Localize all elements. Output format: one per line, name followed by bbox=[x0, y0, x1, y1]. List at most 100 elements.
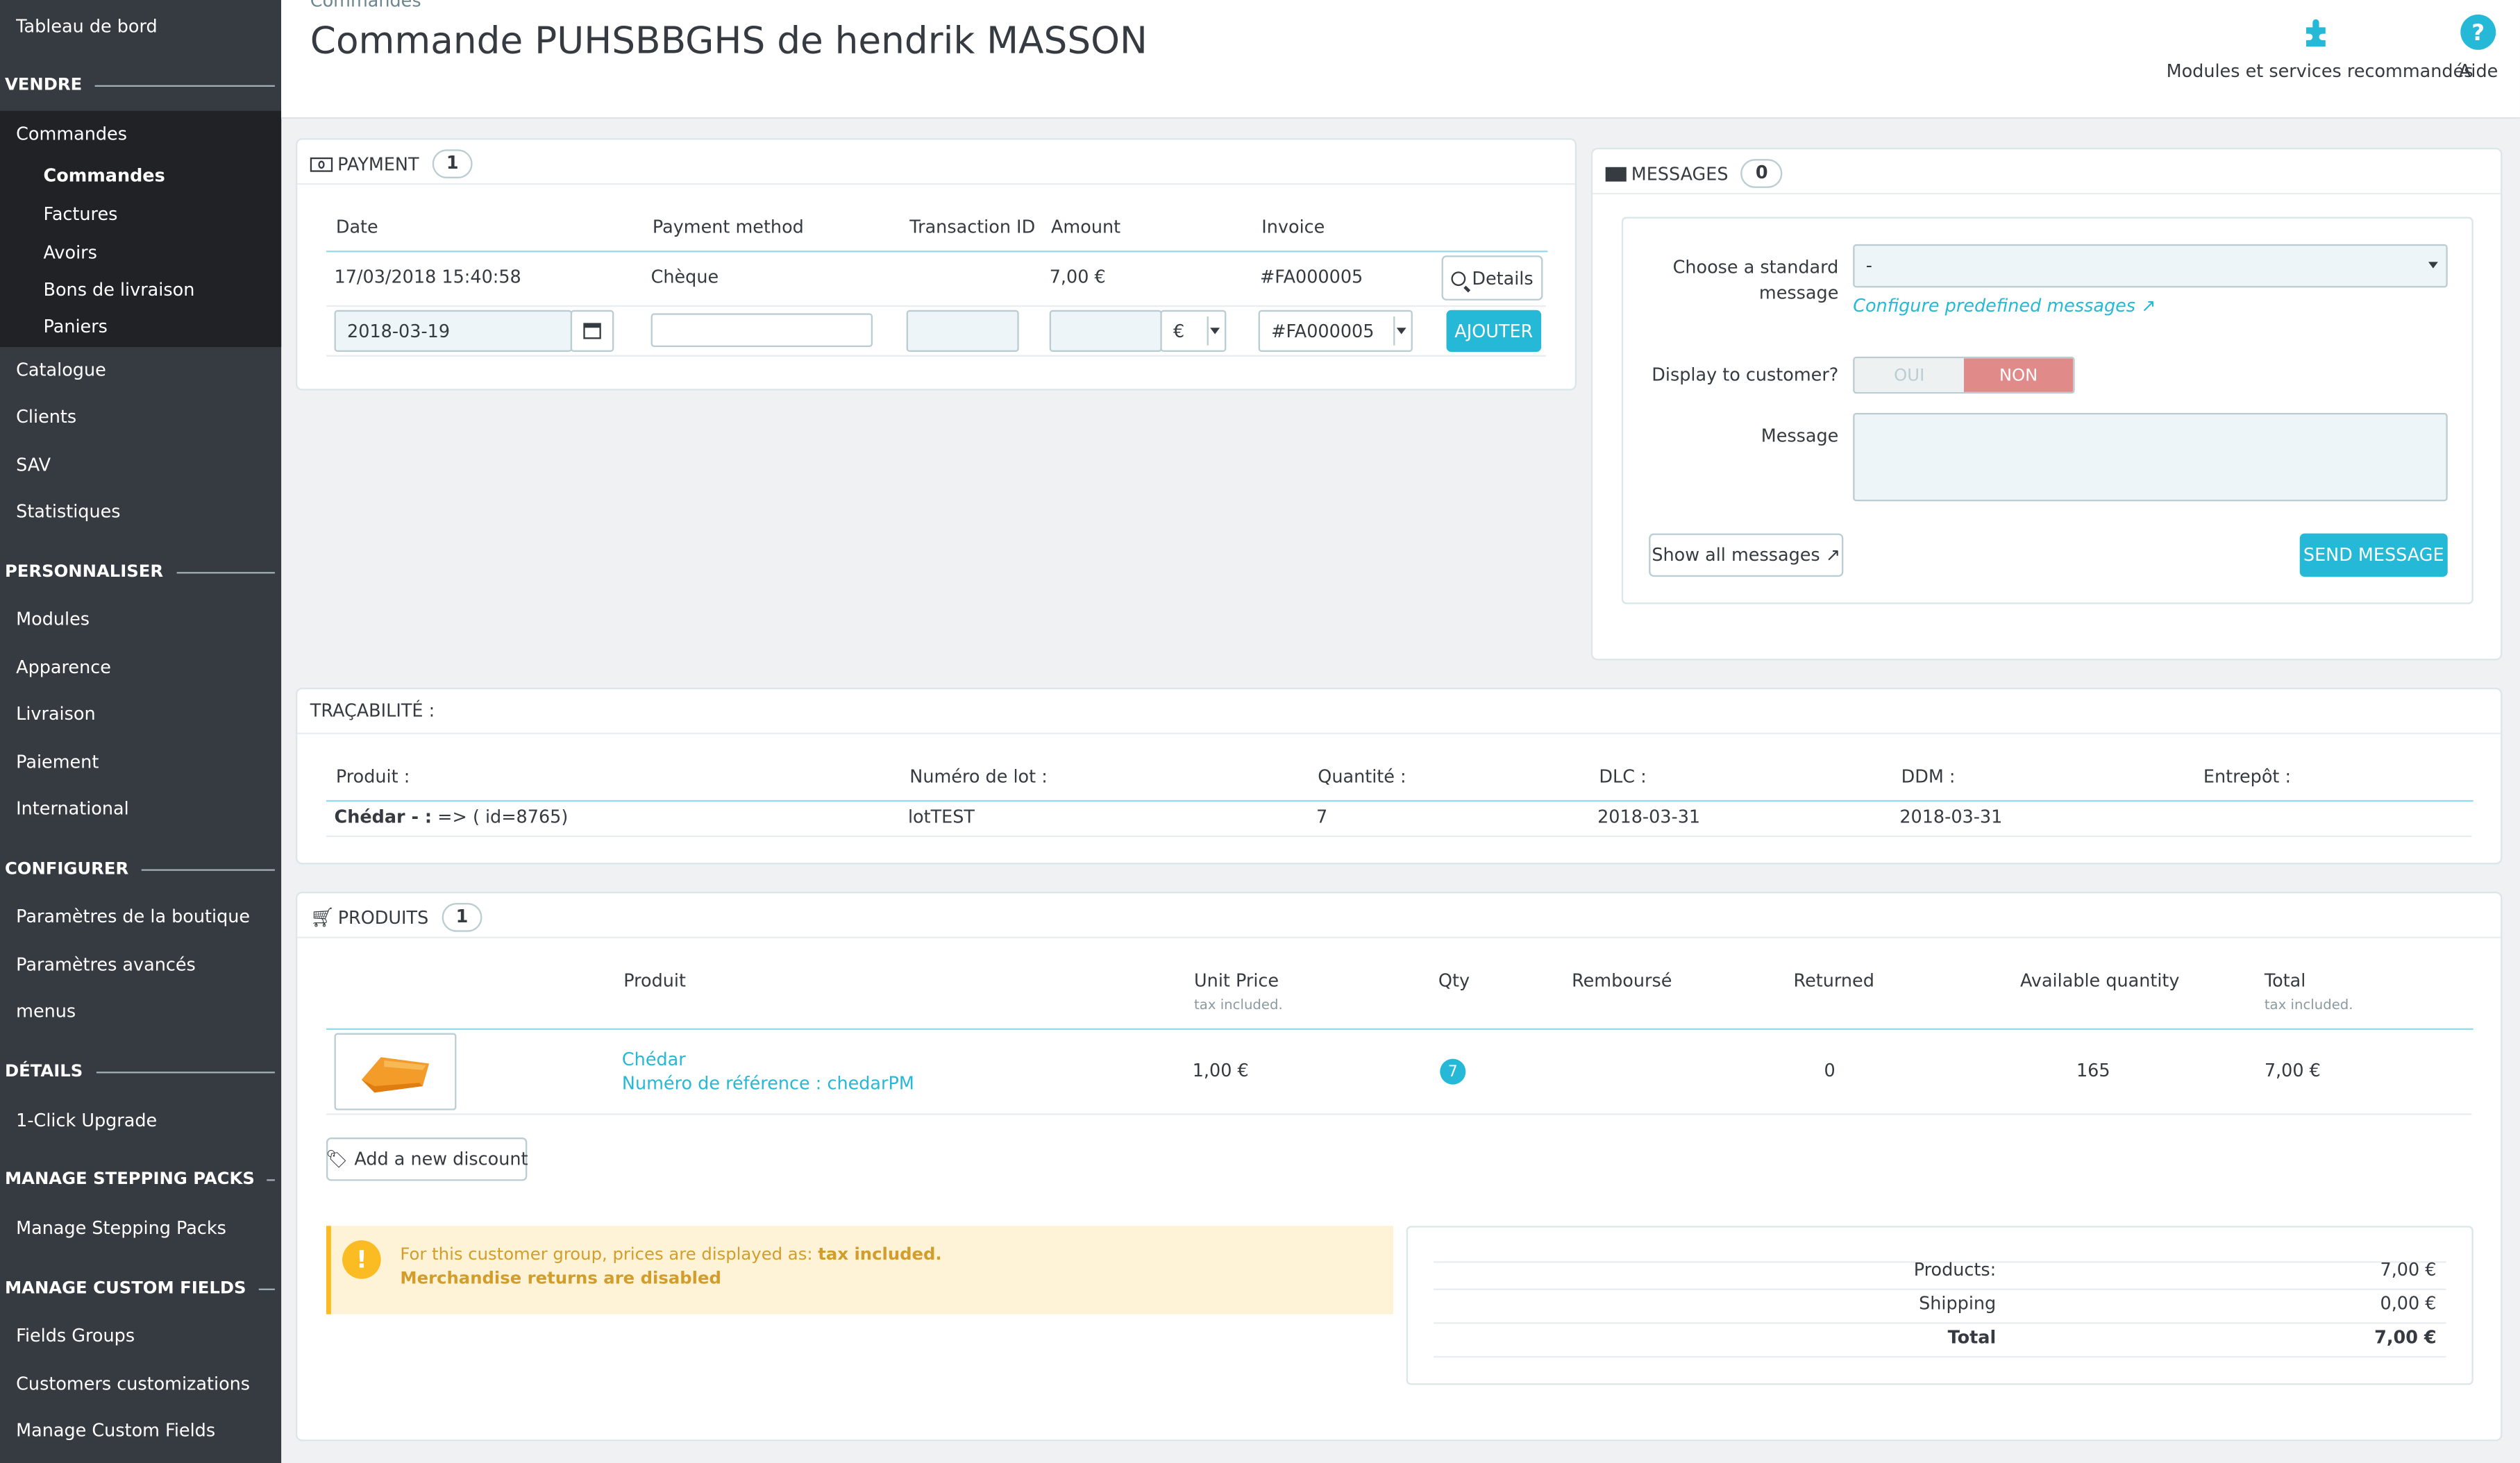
sidebar-active-group bbox=[0, 110, 282, 348]
trace-col-produit: Produit : bbox=[335, 766, 410, 788]
sidebar-section-details: DÉTAILS bbox=[5, 1062, 275, 1081]
transaction-id-input[interactable] bbox=[906, 310, 1019, 352]
tag-icon: 🏷︎ bbox=[325, 1149, 348, 1170]
sidebar-item-sav[interactable]: SAV bbox=[16, 455, 51, 475]
trace-row-lot: lotTEST bbox=[907, 806, 975, 828]
standard-message-label-2: message bbox=[1758, 282, 1839, 304]
col-invoice: Invoice bbox=[1261, 217, 1325, 238]
sidebar-item-menus[interactable]: menus bbox=[16, 1001, 76, 1022]
messages-title: MESSAGES bbox=[1631, 162, 1729, 185]
products-panel: 🛒︎ PRODUITS 1 Produit Unit Price tax inc… bbox=[295, 891, 2503, 1441]
product-thumbnail bbox=[334, 1033, 457, 1110]
details-button[interactable]: Details bbox=[1441, 255, 1543, 301]
show-all-messages-button[interactable]: Show all messages ↗ bbox=[1649, 533, 1844, 577]
cheese-image bbox=[361, 1057, 430, 1093]
add-payment-button[interactable]: AJOUTER bbox=[1446, 310, 1542, 352]
currency-select[interactable]: € bbox=[1160, 310, 1227, 352]
sidebar-item-parametres-avances[interactable]: Paramètres avancés bbox=[16, 954, 196, 975]
product-name-link[interactable]: Chédar bbox=[622, 1049, 686, 1070]
toggle-oui[interactable]: OUI bbox=[1854, 358, 1964, 392]
standard-message-label: Choose a standard message bbox=[1623, 255, 1839, 307]
trace-product-id: => ( id=8765) bbox=[432, 806, 569, 828]
payment-title: PAYMENT bbox=[337, 153, 419, 175]
payment-row-date: 17/03/2018 15:40:58 bbox=[334, 267, 521, 288]
payment-date-input[interactable]: 2018-03-19 bbox=[334, 310, 573, 352]
payment-method-input[interactable] bbox=[650, 313, 873, 348]
message-label: Message bbox=[1761, 425, 1839, 447]
sidebar-sub-paniers[interactable]: Paniers bbox=[44, 316, 108, 337]
payment-count-badge: 1 bbox=[432, 149, 473, 178]
sidebar-item-customers-customizations[interactable]: Customers customizations bbox=[16, 1373, 250, 1394]
sidebar-item-dashboard[interactable]: Tableau de bord bbox=[16, 16, 158, 37]
product-total: 7,00 € bbox=[2264, 1060, 2321, 1081]
toggle-non[interactable]: NON bbox=[1963, 358, 2074, 392]
sidebar-sub-bons-livraison[interactable]: Bons de livraison bbox=[44, 280, 195, 301]
configure-messages-link[interactable]: Configure predefined messages ↗ bbox=[1853, 296, 2156, 316]
sidebar-item-international[interactable]: International bbox=[16, 799, 129, 820]
sidebar-item-parametres-boutique[interactable]: Paramètres de la boutique bbox=[16, 906, 250, 927]
payment-date-value: 2018-03-19 bbox=[347, 320, 451, 341]
payment-row-invoice: #FA000005 bbox=[1259, 267, 1363, 288]
totals-products-label: Products: bbox=[1913, 1259, 1997, 1281]
sidebar-section-personnaliser: PERSONNALISER bbox=[5, 562, 275, 582]
display-customer-label: Display to customer? bbox=[1652, 364, 1839, 386]
page-title: Commande PUHSBBGHS de hendrik MASSON bbox=[310, 21, 1148, 63]
display-customer-toggle[interactable]: OUI NON bbox=[1853, 356, 2075, 394]
send-message-button[interactable]: SEND MESSAGE bbox=[2299, 533, 2448, 577]
external-link-icon: ↗ bbox=[2141, 295, 2156, 317]
invoice-select[interactable]: #FA000005 bbox=[1258, 310, 1413, 352]
sidebar-section-stepping-packs: MANAGE STEPPING PACKS bbox=[5, 1169, 275, 1189]
calendar-icon bbox=[583, 323, 601, 339]
sidebar-item-manage-stepping-packs[interactable]: Manage Stepping Packs bbox=[16, 1218, 226, 1239]
sidebar-section-configurer: CONFIGURER bbox=[5, 860, 275, 879]
external-link-icon: ↗ bbox=[1825, 544, 1841, 566]
col-transaction-id: Transaction ID bbox=[909, 217, 1036, 238]
sidebar-sub-commandes[interactable]: Commandes bbox=[44, 165, 165, 186]
prod-col-returned: Returned bbox=[1793, 970, 1874, 992]
caret-down-icon bbox=[1393, 316, 1406, 346]
add-discount-button[interactable]: 🏷︎ Add a new discount bbox=[325, 1138, 528, 1181]
sidebar-item-manage-custom-fields[interactable]: Manage Custom Fields bbox=[16, 1420, 215, 1441]
sidebar-sub-factures[interactable]: Factures bbox=[44, 204, 118, 225]
products-count-badge: 1 bbox=[441, 903, 483, 932]
modules-recommended-button[interactable]: Modules et services recommandés bbox=[2167, 13, 2473, 82]
sidebar-sub-avoirs[interactable]: Avoirs bbox=[44, 243, 97, 264]
invoice-select-value: #FA000005 bbox=[1271, 320, 1375, 341]
trace-row-qty: 7 bbox=[1316, 806, 1328, 828]
warning-text-1: For this customer group, prices are disp… bbox=[400, 1245, 941, 1265]
prod-col-total-sub: tax included. bbox=[2264, 997, 2353, 1014]
calendar-button[interactable] bbox=[570, 310, 614, 352]
sidebar-item-apparence[interactable]: Apparence bbox=[16, 657, 111, 678]
trace-col-dlc: DLC : bbox=[1599, 766, 1647, 788]
sidebar-item-paiement[interactable]: Paiement bbox=[16, 752, 99, 772]
messages-count-badge: 0 bbox=[1741, 159, 1783, 188]
standard-message-select[interactable]: - bbox=[1853, 244, 2448, 288]
sidebar-item-statistiques[interactable]: Statistiques bbox=[16, 501, 120, 522]
warning-alert: ! For this customer group, prices are di… bbox=[326, 1226, 1394, 1314]
help-button[interactable]: ? Aide bbox=[2459, 13, 2498, 82]
sidebar-item-fields-groups[interactable]: Fields Groups bbox=[16, 1326, 135, 1346]
amount-input[interactable] bbox=[1049, 310, 1162, 352]
details-button-label: Details bbox=[1472, 267, 1534, 289]
sidebar-item-commandes[interactable]: Commandes bbox=[16, 124, 127, 144]
sidebar-item-1click-upgrade[interactable]: 1-Click Upgrade bbox=[16, 1110, 157, 1131]
message-form: Choose a standard message - Configure pre… bbox=[1621, 217, 2473, 604]
add-discount-label: Add a new discount bbox=[354, 1149, 528, 1170]
cart-icon: 🛒︎ bbox=[310, 906, 335, 929]
standard-message-label-1: Choose a standard bbox=[1672, 257, 1839, 278]
sidebar-item-clients[interactable]: Clients bbox=[16, 407, 76, 428]
payment-row-amount: 7,00 € bbox=[1049, 267, 1106, 288]
traceability-panel: TRAÇABILITÉ : Produit : Numéro de lot : … bbox=[295, 687, 2503, 865]
message-textarea[interactable] bbox=[1853, 412, 2448, 502]
sidebar-item-livraison[interactable]: Livraison bbox=[16, 704, 95, 725]
sidebar-item-modules[interactable]: Modules bbox=[16, 609, 90, 629]
warning-icon: ! bbox=[342, 1240, 381, 1279]
prod-col-produit: Produit bbox=[623, 970, 686, 992]
prod-col-rembourse: Remboursé bbox=[1572, 970, 1672, 992]
prod-col-qty: Qty bbox=[1438, 970, 1470, 992]
currency-value: € bbox=[1173, 320, 1185, 341]
page-header: Commandes Commande PUHSBBGHS de hendrik … bbox=[281, 0, 2520, 119]
sidebar-item-catalogue[interactable]: Catalogue bbox=[16, 360, 106, 381]
caret-down-icon bbox=[1207, 316, 1220, 346]
breadcrumb[interactable]: Commandes bbox=[310, 0, 421, 11]
